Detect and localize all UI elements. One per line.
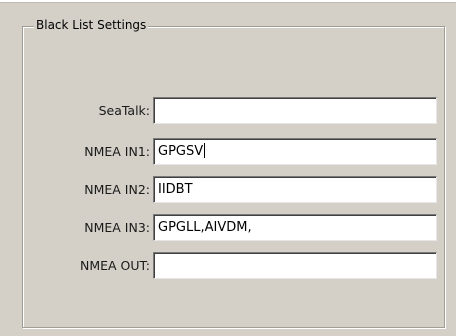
groupbox-title: Black List Settings bbox=[34, 17, 149, 33]
nmea-out-label: NMEA OUT: bbox=[79, 258, 150, 273]
nmea-in1-label: NMEA IN1: bbox=[84, 144, 150, 159]
nmea-in2-label: NMEA IN2: bbox=[84, 182, 150, 197]
top-divider bbox=[0, 0, 456, 3]
text-cursor bbox=[204, 143, 206, 158]
nmea-in3-label: NMEA IN3: bbox=[84, 220, 150, 235]
nmea-in1-value: GPGSV bbox=[158, 144, 204, 159]
seatalk-label: SeaTalk: bbox=[98, 103, 150, 118]
black-list-settings-panel: Black List Settings SeaTalk: NMEA IN1: G… bbox=[0, 0, 456, 336]
nmea-in1-input[interactable]: GPGSV bbox=[153, 138, 437, 165]
nmea-out-row: NMEA OUT: bbox=[0, 252, 456, 279]
nmea-in3-input[interactable]: GPGLL,AIVDM, bbox=[153, 214, 437, 241]
seatalk-row: SeaTalk: bbox=[0, 97, 456, 124]
nmea-in2-input[interactable]: IIDBT bbox=[153, 176, 437, 203]
nmea-in1-row: NMEA IN1: GPGSV bbox=[0, 138, 456, 165]
nmea-out-input[interactable] bbox=[153, 252, 437, 279]
nmea-in3-row: NMEA IN3: GPGLL,AIVDM, bbox=[0, 214, 456, 241]
nmea-in2-row: NMEA IN2: IIDBT bbox=[0, 176, 456, 203]
seatalk-input[interactable] bbox=[153, 97, 437, 124]
